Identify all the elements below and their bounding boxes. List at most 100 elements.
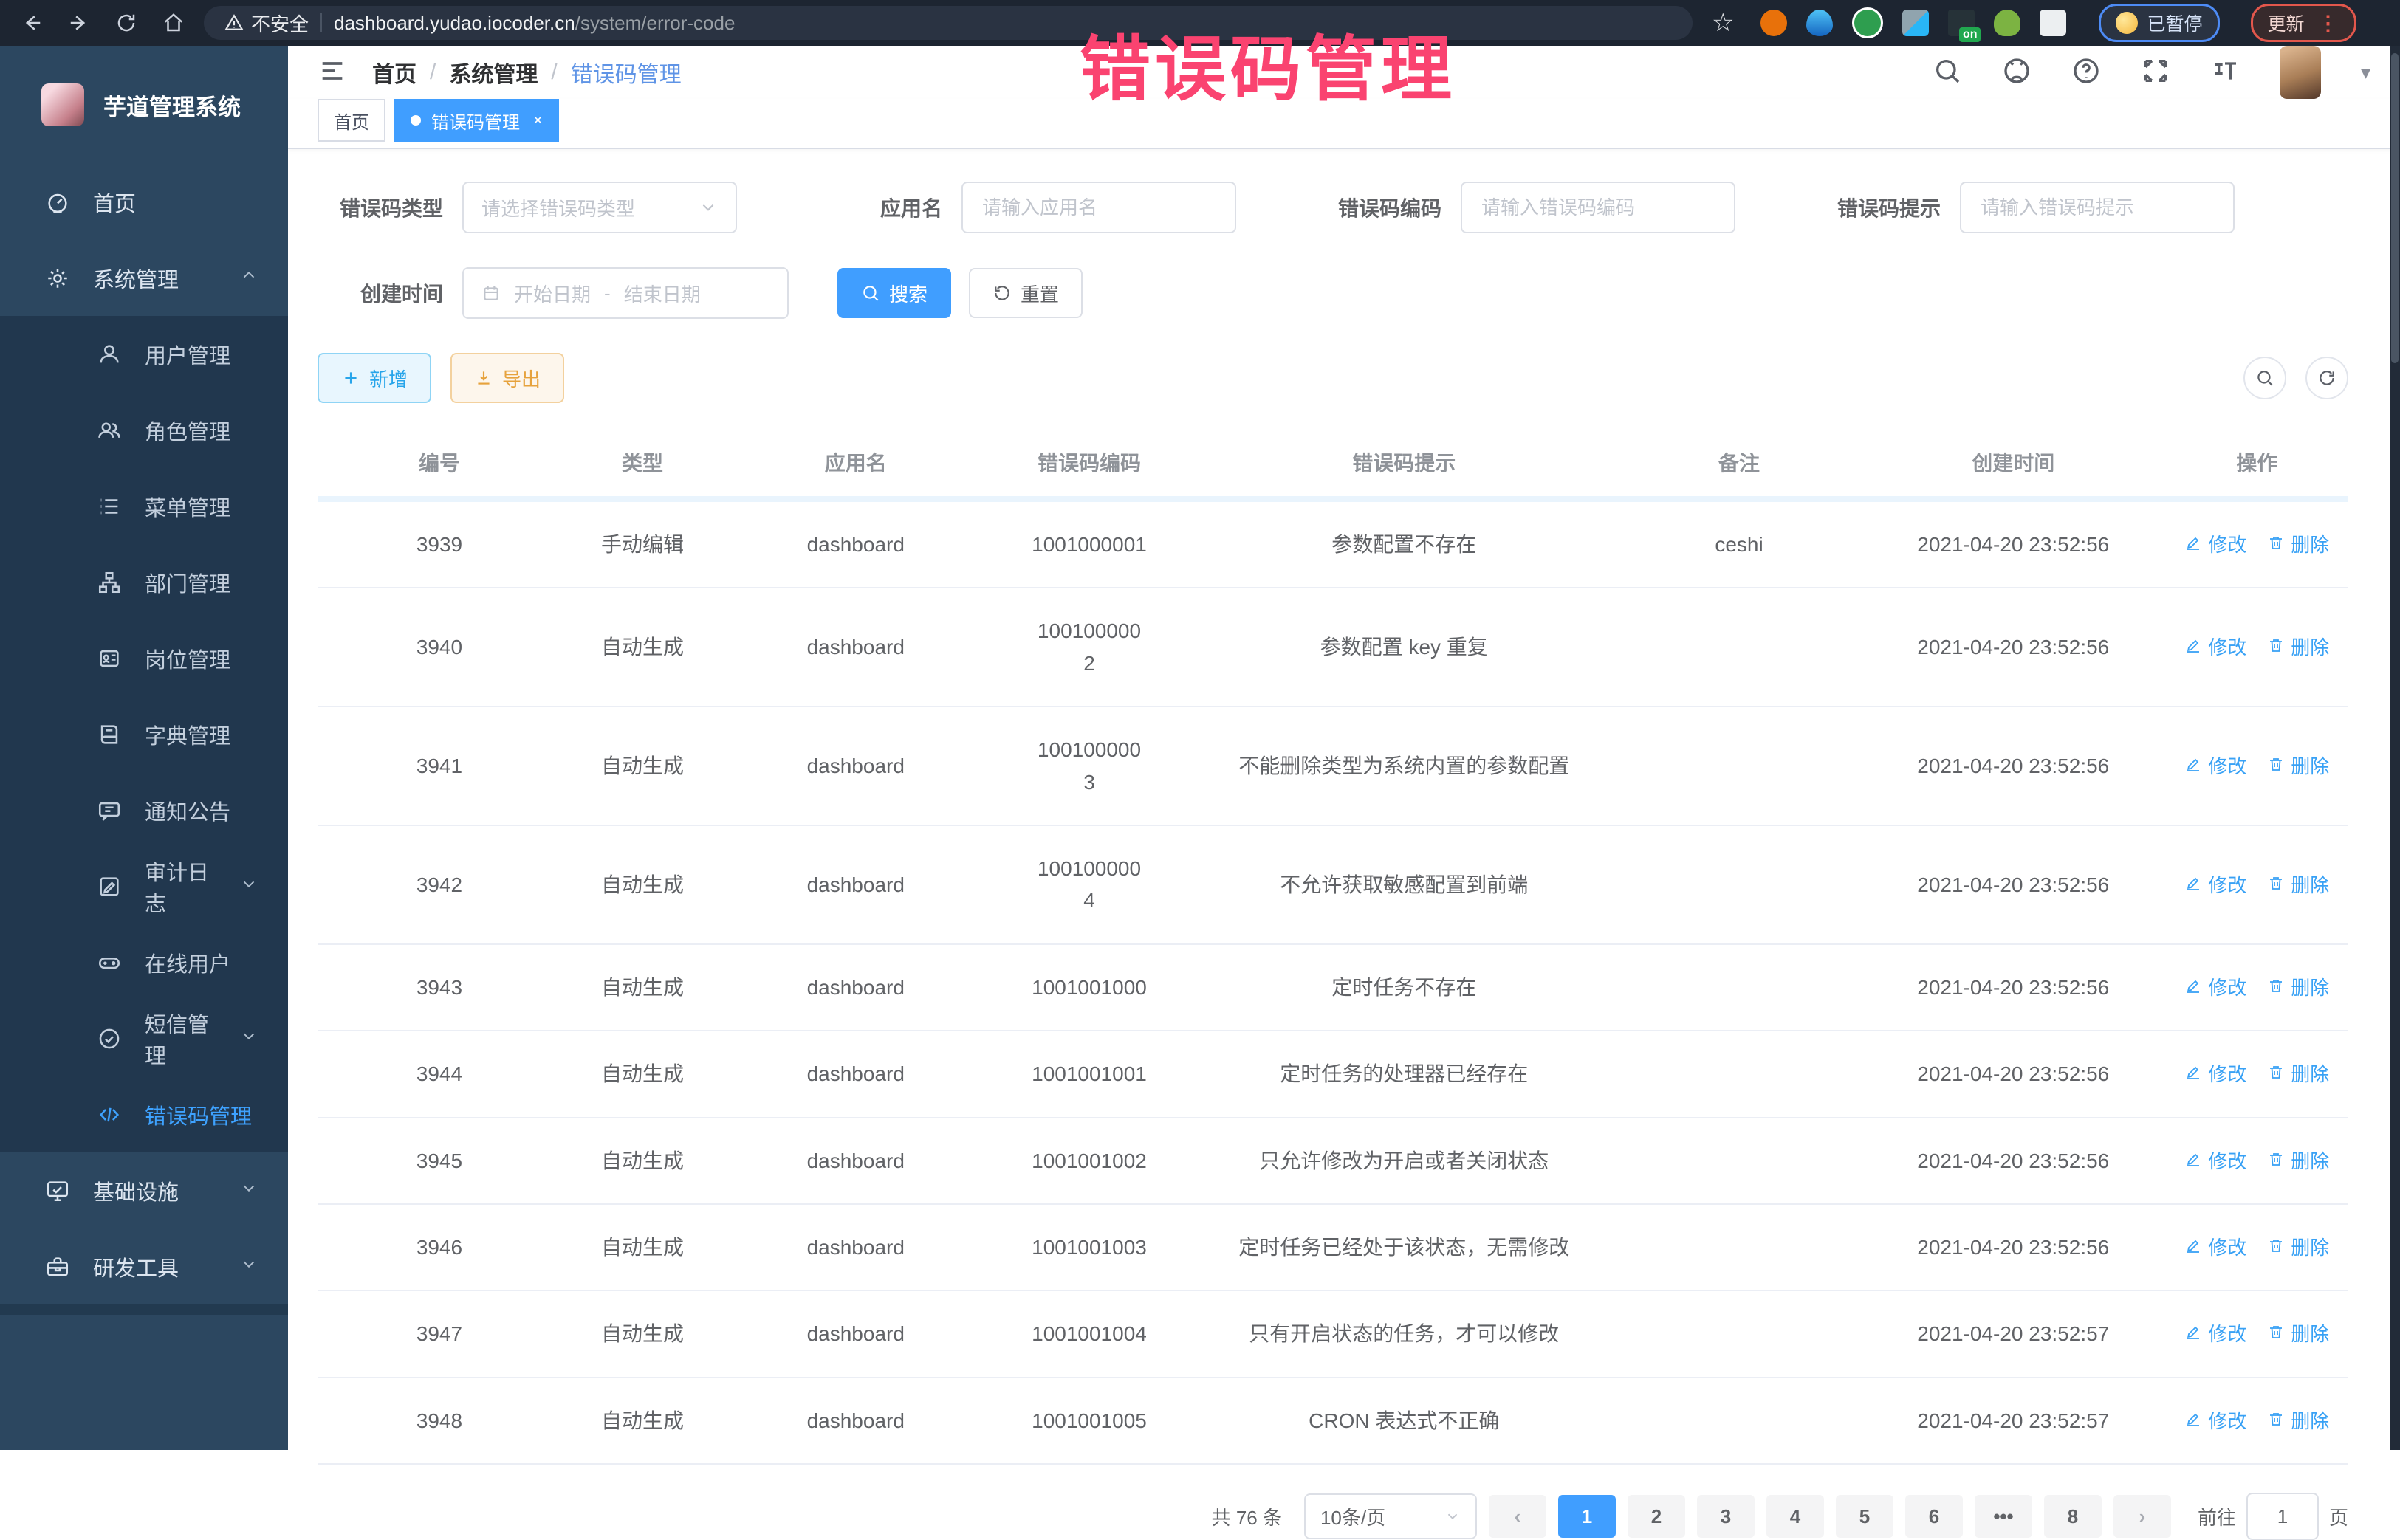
edit-link[interactable]: 修改 bbox=[2184, 1233, 2246, 1262]
security-warning-icon[interactable]: 不安全 bbox=[224, 10, 309, 37]
edit-link[interactable]: 修改 bbox=[2184, 1406, 2246, 1436]
profile-paused-pill[interactable]: 已暂停 bbox=[2099, 4, 2219, 42]
table-row[interactable]: 3943自动生成dashboard1001001000定时任务不存在2021-0… bbox=[318, 944, 2348, 1031]
error-type-select[interactable]: 请选择错误码类型 bbox=[462, 182, 737, 233]
sidebar-item-在线用户[interactable]: 在线用户 bbox=[0, 924, 288, 1000]
bookmark-star-icon[interactable]: ☆ bbox=[1712, 8, 1734, 38]
reload-icon[interactable] bbox=[109, 6, 143, 40]
page-button-2[interactable]: 2 bbox=[1628, 1495, 1685, 1538]
delete-link[interactable]: 删除 bbox=[2267, 1059, 2329, 1089]
fullscreen-icon[interactable] bbox=[2141, 56, 2170, 89]
puzzle-extension-icon[interactable] bbox=[2040, 10, 2066, 36]
sidebar-item-角色管理[interactable]: 角色管理 bbox=[0, 392, 288, 468]
export-button[interactable]: 导出 bbox=[450, 353, 564, 403]
next-page-icon[interactable]: › bbox=[2113, 1495, 2171, 1538]
sidebar-item-审计日志[interactable]: 审计日志 bbox=[0, 848, 288, 924]
app-name-input[interactable] bbox=[981, 196, 1217, 220]
sidebar-item-字典管理[interactable]: 字典管理 bbox=[0, 696, 288, 772]
sidebar-item-错误码管理[interactable]: 错误码管理 bbox=[0, 1076, 288, 1152]
forward-icon[interactable] bbox=[62, 6, 96, 40]
more-pages-icon[interactable]: ••• bbox=[1975, 1495, 2032, 1538]
sidebar-item-菜单管理[interactable]: 菜单管理 bbox=[0, 468, 288, 544]
error-hint-input[interactable] bbox=[1979, 196, 2215, 220]
table-row[interactable]: 3941自动生成dashboard100100000 3不能删除类型为系统内置的… bbox=[318, 707, 2348, 825]
sidebar-item-短信管理[interactable]: 短信管理 bbox=[0, 1000, 288, 1076]
edit-link[interactable]: 修改 bbox=[2184, 633, 2246, 662]
delete-link[interactable]: 删除 bbox=[2267, 973, 2329, 1003]
breadcrumb-home[interactable]: 首页 bbox=[372, 56, 416, 89]
page-button-4[interactable]: 4 bbox=[1766, 1495, 1824, 1538]
reset-button[interactable]: 重置 bbox=[969, 268, 1083, 318]
sidebar-item-部门管理[interactable]: 部门管理 bbox=[0, 544, 288, 620]
delete-link[interactable]: 删除 bbox=[2267, 1147, 2329, 1176]
sidebar-item-首页[interactable]: 首页 bbox=[0, 164, 288, 240]
sidebar-item-研发工具[interactable]: 研发工具 bbox=[0, 1228, 288, 1304]
orange-ring-extension-icon[interactable] bbox=[1760, 10, 1787, 36]
close-tab-icon[interactable]: × bbox=[533, 111, 543, 130]
table-row[interactable]: 3947自动生成dashboard1001001004只有开启状态的任务，才可以… bbox=[318, 1290, 2348, 1377]
delete-link[interactable]: 删除 bbox=[2267, 870, 2329, 900]
table-row[interactable]: 3944自动生成dashboard1001001001定时任务的处理器已经存在2… bbox=[318, 1031, 2348, 1117]
delete-link[interactable]: 删除 bbox=[2267, 633, 2329, 662]
back-icon[interactable] bbox=[15, 6, 49, 40]
edit-link[interactable]: 修改 bbox=[2184, 530, 2246, 560]
delete-link[interactable]: 删除 bbox=[2267, 1319, 2329, 1349]
table-row[interactable]: 3942自动生成dashboard100100000 4不允许获取敏感配置到前端… bbox=[318, 825, 2348, 944]
font-size-icon[interactable] bbox=[2210, 56, 2240, 89]
table-row[interactable]: 3946自动生成dashboard1001001003定时任务已经处于该状态，无… bbox=[318, 1204, 2348, 1290]
table-row[interactable]: 3945自动生成dashboard1001001002只允许修改为开启或者关闭状… bbox=[318, 1118, 2348, 1204]
toggle-search-icon[interactable] bbox=[2243, 357, 2286, 399]
page-button-8[interactable]: 8 bbox=[2044, 1495, 2102, 1538]
edit-link[interactable]: 修改 bbox=[2184, 1319, 2246, 1349]
browser-menu-icon[interactable]: ⋮ bbox=[2318, 11, 2339, 35]
user-avatar[interactable] bbox=[2280, 46, 2321, 99]
green-key-extension-icon[interactable] bbox=[1994, 10, 2020, 36]
delete-link[interactable]: 删除 bbox=[2267, 1233, 2329, 1262]
edit-link[interactable]: 修改 bbox=[2184, 1059, 2246, 1089]
prev-page-icon[interactable]: ‹ bbox=[1489, 1495, 1546, 1538]
add-button[interactable]: 新增 bbox=[318, 353, 431, 403]
tab-error-code[interactable]: 错误码管理 × bbox=[394, 99, 559, 142]
table-row[interactable]: 3940自动生成dashboard100100000 2参数配置 key 重复2… bbox=[318, 588, 2348, 707]
chevron-down-icon[interactable]: ▾ bbox=[2361, 61, 2370, 84]
edit-link[interactable]: 修改 bbox=[2184, 870, 2246, 900]
delete-link[interactable]: 删除 bbox=[2267, 1406, 2329, 1436]
blue-drop-extension-icon[interactable] bbox=[1806, 10, 1833, 36]
home-icon[interactable] bbox=[157, 6, 191, 40]
scrollbar[interactable] bbox=[2390, 46, 2400, 1450]
blue-grid-extension-icon[interactable] bbox=[1902, 10, 1929, 36]
dark-list-extension-icon[interactable]: on bbox=[1948, 10, 1975, 36]
scrollbar-thumb[interactable] bbox=[2391, 53, 2399, 363]
delete-link[interactable]: 删除 bbox=[2267, 752, 2329, 781]
page-button-3[interactable]: 3 bbox=[1697, 1495, 1755, 1538]
table-row[interactable]: 3939手动编辑dashboard1001000001参数配置不存在ceshi2… bbox=[318, 499, 2348, 588]
help-icon[interactable] bbox=[2071, 56, 2101, 89]
page-size-select[interactable]: 10条/页 bbox=[1304, 1493, 1477, 1539]
sidebar-item-通知公告[interactable]: 通知公告 bbox=[0, 772, 288, 848]
sidebar-item-用户管理[interactable]: 用户管理 bbox=[0, 316, 288, 392]
edit-link[interactable]: 修改 bbox=[2184, 973, 2246, 1003]
sidebar-logo-row[interactable]: 芋道管理系统 bbox=[0, 46, 288, 164]
refresh-icon[interactable] bbox=[2305, 357, 2348, 399]
browser-update-button[interactable]: 更新 ⋮ bbox=[2251, 4, 2356, 42]
edit-link[interactable]: 修改 bbox=[2184, 1147, 2246, 1176]
edit-link[interactable]: 修改 bbox=[2184, 752, 2246, 781]
page-button-6[interactable]: 6 bbox=[1905, 1495, 1963, 1538]
table-row[interactable]: 3948自动生成dashboard1001001005CRON 表达式不正确20… bbox=[318, 1378, 2348, 1464]
address-bar[interactable]: 不安全 dashboard.yudao.iocoder.cn/system/er… bbox=[204, 6, 1693, 40]
sidebar-item-系统管理[interactable]: 系统管理 bbox=[0, 240, 288, 316]
sidebar-item-基础设施[interactable]: 基础设施 bbox=[0, 1152, 288, 1228]
error-code-input[interactable] bbox=[1480, 196, 1716, 220]
goto-page-input[interactable] bbox=[2246, 1493, 2319, 1540]
date-range-picker[interactable]: 开始日期 - 结束日期 bbox=[462, 267, 789, 319]
search-button[interactable]: 搜索 bbox=[837, 268, 951, 318]
collapse-menu-icon[interactable] bbox=[318, 56, 347, 89]
tab-home[interactable]: 首页 bbox=[318, 99, 385, 142]
green-check-extension-icon[interactable] bbox=[1852, 7, 1883, 38]
github-icon[interactable] bbox=[2002, 56, 2032, 89]
sidebar-item-岗位管理[interactable]: 岗位管理 bbox=[0, 620, 288, 696]
breadcrumb-system[interactable]: 系统管理 bbox=[449, 56, 538, 89]
page-button-1[interactable]: 1 bbox=[1558, 1495, 1616, 1538]
delete-link[interactable]: 删除 bbox=[2267, 530, 2329, 560]
search-icon[interactable] bbox=[1933, 56, 1962, 89]
